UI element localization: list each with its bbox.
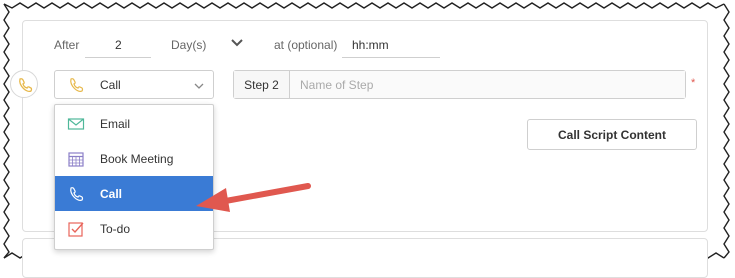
after-label: After	[54, 38, 80, 52]
calendar-icon	[68, 152, 84, 167]
dropdown-item-to-do[interactable]: To-do	[55, 211, 213, 246]
step-name-input[interactable]	[290, 71, 685, 98]
after-input[interactable]: 2	[85, 34, 151, 58]
step-type-dropdown: Email Book Meeting Call To-do	[54, 104, 214, 250]
step-type-select[interactable]: Call	[54, 70, 214, 99]
dropdown-item-label: Email	[100, 116, 131, 131]
unit-label: Day(s)	[171, 38, 207, 52]
dropdown-item-label: Book Meeting	[100, 151, 174, 166]
chevron-down-icon[interactable]	[230, 38, 244, 48]
email-icon	[67, 118, 85, 130]
step-name-group: Step 2	[233, 70, 686, 99]
required-asterisk: *	[691, 77, 696, 89]
time-input[interactable]: hh:mm	[342, 34, 440, 58]
dropdown-item-book-meeting[interactable]: Book Meeting	[55, 141, 213, 176]
phone-icon	[19, 78, 33, 93]
dropdown-item-label: To-do	[100, 221, 131, 236]
step-number-label: Step 2	[234, 71, 290, 98]
chevron-down-icon	[194, 83, 204, 89]
annotation-arrow	[196, 183, 311, 212]
dropdown-item-email[interactable]: Email	[55, 106, 213, 141]
phone-icon	[70, 187, 84, 201]
checkbox-icon	[68, 222, 84, 237]
call-script-content-button[interactable]: Call Script Content	[527, 119, 697, 150]
dropdown-item-label: Call	[100, 186, 123, 201]
step-type-value: Call	[100, 78, 121, 92]
step-type-indicator	[10, 70, 38, 98]
phone-icon	[70, 78, 84, 92]
at-optional-label: at (optional)	[274, 38, 338, 52]
